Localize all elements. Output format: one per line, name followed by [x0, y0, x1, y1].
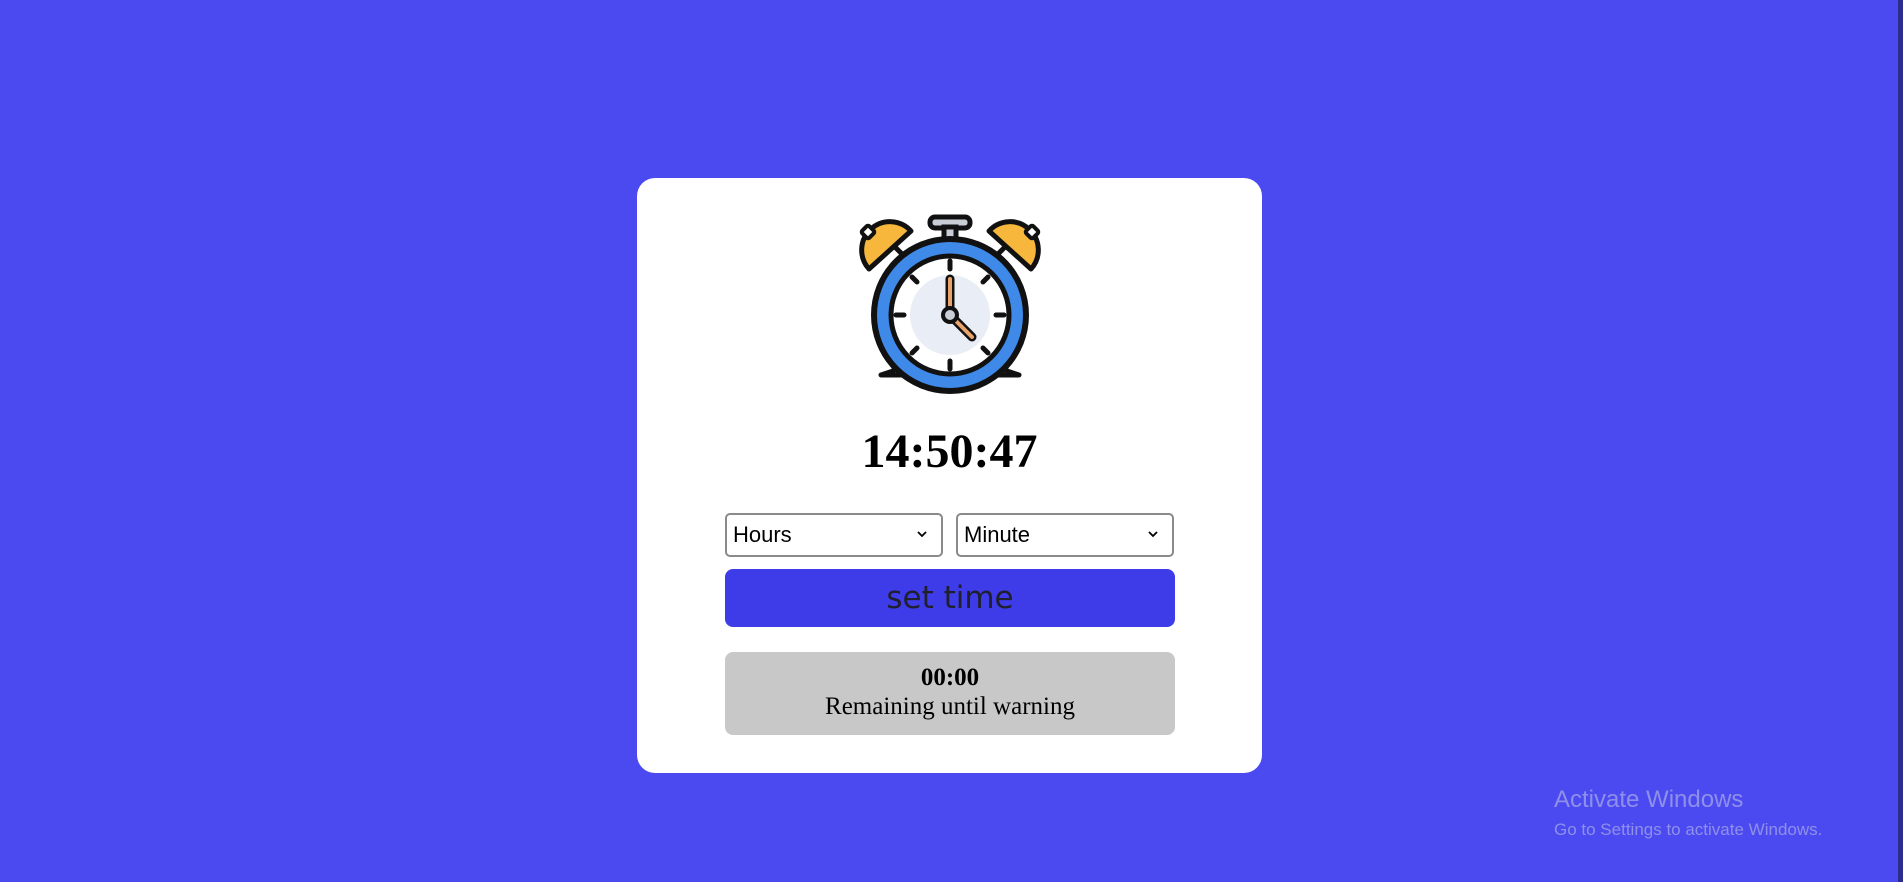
hours-select[interactable]: Hours [725, 513, 943, 557]
chevron-down-icon [1148, 531, 1158, 538]
countdown-value: 00:00 [920, 664, 980, 691]
alarm-card: 14:50:47 Hours Minute set time 00:00 Rem… [637, 178, 1262, 773]
hours-select-value: Hours [733, 522, 792, 547]
current-time: 14:50:47 [861, 425, 1038, 478]
alarm-clock-icon [855, 213, 1045, 403]
countdown-panel: 00:00 Remaining until warning [725, 652, 1175, 735]
countdown-label: Remaining until warning [825, 692, 1075, 720]
scrollbar[interactable] [1898, 0, 1903, 882]
set-time-button[interactable]: set time [725, 569, 1175, 627]
minute-select[interactable]: Minute [956, 513, 1174, 557]
watermark-subtitle: Go to Settings to activate Windows. [1554, 819, 1823, 839]
page: { "colors": { "page_background": "#4a4af… [0, 0, 1903, 882]
activate-windows-watermark: Activate Windows Go to Settings to activ… [1554, 786, 1822, 841]
watermark-title: Activate Windows [1554, 786, 1744, 813]
minute-select-value: Minute [964, 522, 1031, 547]
chevron-down-icon [917, 531, 927, 538]
